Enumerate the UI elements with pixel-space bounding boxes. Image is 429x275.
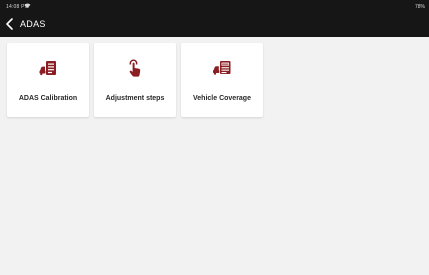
tile-adjustment-steps[interactable]: Adjustment steps xyxy=(94,43,176,117)
wifi-icon xyxy=(24,3,31,8)
tile-label: Adjustment steps xyxy=(105,95,165,102)
back-button[interactable] xyxy=(4,17,16,31)
top-bar: 14:08 PM 78% ADAS xyxy=(0,0,429,37)
tile-label: ADAS Calibration xyxy=(18,95,78,102)
calibration-car-doc-icon xyxy=(39,61,56,76)
tile-adas-calibration[interactable]: ADAS Calibration xyxy=(7,43,89,117)
tap-hand-icon xyxy=(129,59,141,77)
vehicle-test-icon xyxy=(213,61,231,75)
tile-vehicle-coverage[interactable]: Vehicle Coverage xyxy=(181,43,263,117)
battery-level: 78% xyxy=(414,4,425,10)
page-title: ADAS xyxy=(20,19,46,29)
tile-label: Vehicle Coverage xyxy=(193,95,251,102)
